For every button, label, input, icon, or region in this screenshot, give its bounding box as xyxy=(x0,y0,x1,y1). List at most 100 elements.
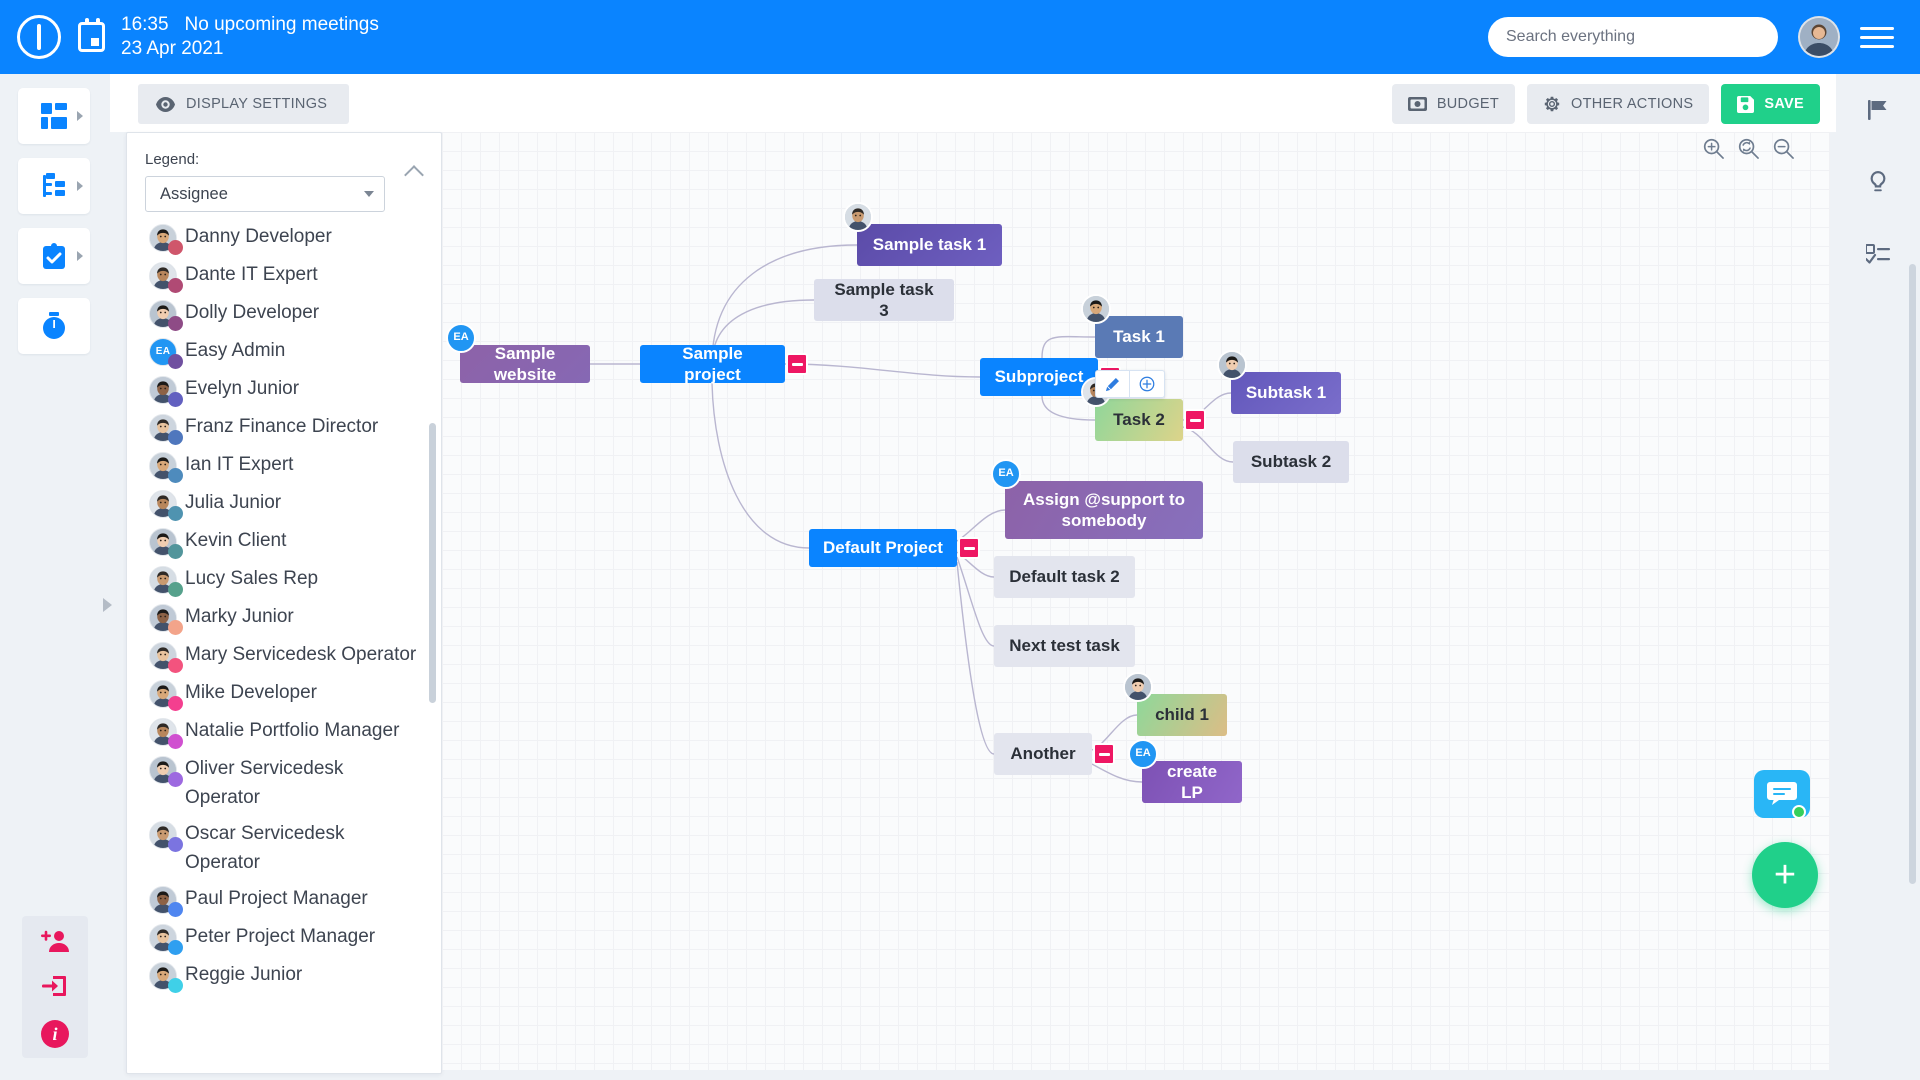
legend-item-label: Franz Finance Director xyxy=(185,416,379,437)
mindmap-node-sample-project[interactable]: Sample project xyxy=(640,344,808,384)
mindmap-node-sample-task-3[interactable]: Sample task 3 xyxy=(814,279,954,321)
node-label: child 1 xyxy=(1155,705,1209,725)
legend-item[interactable]: Lucy Sales Rep xyxy=(149,564,441,597)
pencil-icon xyxy=(1105,377,1119,391)
add-fab-button[interactable]: + xyxy=(1752,842,1818,908)
node-label: Sample task 1 xyxy=(872,235,987,255)
app-logo[interactable] xyxy=(0,15,78,59)
mindmap-node-another[interactable]: Another xyxy=(994,733,1115,775)
sidebar-item-timer[interactable] xyxy=(18,298,90,354)
legend-item[interactable]: Oscar Servicedesk Operator xyxy=(149,819,441,878)
search-input[interactable] xyxy=(1506,28,1760,46)
search-box[interactable] xyxy=(1488,17,1778,57)
legend-item[interactable]: Dante IT Expert xyxy=(149,260,441,293)
node-avatar-initials[interactable]: EA xyxy=(1128,739,1158,769)
node-avatar-initials[interactable]: EA xyxy=(991,459,1021,489)
mindmap-canvas[interactable]: Sample website EA Sample project Sample tas… xyxy=(442,132,1830,1070)
collapse-node-button[interactable] xyxy=(786,353,808,375)
add-node-button[interactable] xyxy=(1130,371,1164,397)
mindmap-node-create-lp[interactable]: create LP EA xyxy=(1128,739,1242,803)
timer-icon xyxy=(43,312,65,339)
save-button[interactable]: SAVE xyxy=(1721,84,1820,124)
add-fab-label: + xyxy=(1773,854,1797,896)
legend-item[interactable]: Oliver Servicedesk Operator xyxy=(149,754,441,813)
zoom-out-icon[interactable] xyxy=(1773,138,1794,159)
legend-item[interactable]: Mary Servicedesk Operator xyxy=(149,640,441,673)
avatar xyxy=(149,262,183,293)
login-icon[interactable] xyxy=(42,974,68,998)
mindmap-node-next-test-task[interactable]: Next test task xyxy=(994,625,1135,667)
mindmap-node-assign-support[interactable]: Assign @support to somebody EA xyxy=(991,459,1203,539)
display-settings-button[interactable]: DISPLAY SETTINGS xyxy=(138,84,350,124)
user-avatar[interactable] xyxy=(1798,16,1840,58)
mindmap-node-child-1[interactable]: child 1 xyxy=(1123,672,1227,736)
legend-item[interactable]: Reggie Junior xyxy=(149,960,441,993)
legend-select[interactable]: Assignee xyxy=(145,176,385,212)
right-sidebar-item-checklist[interactable] xyxy=(1836,218,1920,290)
node-avatar[interactable] xyxy=(1123,672,1153,702)
legend-scrollbar[interactable] xyxy=(429,423,436,703)
legend-color-dot xyxy=(168,430,183,445)
mindmap-node-default-project[interactable]: Default Project xyxy=(809,529,980,567)
sidebar-item-structure[interactable] xyxy=(18,158,90,214)
zoom-in-icon[interactable] xyxy=(1703,138,1724,159)
mindmap-node-task-1[interactable]: Task 1 xyxy=(1081,294,1183,358)
info-icon[interactable]: i xyxy=(41,1020,69,1048)
chat-bubble-icon xyxy=(1767,782,1797,805)
mindmap-node-default-task-2[interactable]: Default task 2 xyxy=(994,556,1135,598)
avatar xyxy=(149,820,183,852)
legend-item[interactable]: Danny Developer xyxy=(149,222,441,255)
other-actions-button[interactable]: OTHER ACTIONS xyxy=(1527,84,1710,124)
legend-list: Danny Developer Dante IT Expert Dolly Deve… xyxy=(127,216,441,1073)
left-sidebar: i xyxy=(0,74,110,1080)
collapse-node-button[interactable] xyxy=(1184,409,1206,431)
legend-item[interactable]: Natalie Portfolio Manager xyxy=(149,716,441,749)
mindmap-node-task-2[interactable]: Task 2 xyxy=(1081,377,1206,441)
node-avatar-initials[interactable]: EA xyxy=(446,323,476,353)
legend-item[interactable]: EA Easy Admin xyxy=(149,336,441,369)
avatar xyxy=(149,300,183,331)
node-avatar[interactable] xyxy=(843,202,873,232)
legend-color-dot xyxy=(168,354,183,369)
menu-button[interactable] xyxy=(1860,26,1894,48)
node-label: Subproject xyxy=(994,367,1084,387)
legend-color-dot xyxy=(168,836,183,852)
zoom-reset-icon[interactable] xyxy=(1738,138,1759,159)
legend-item[interactable]: Peter Project Manager xyxy=(149,922,441,955)
legend-item-label: Easy Admin xyxy=(185,340,286,361)
mindmap-node-subtask-1[interactable]: Subtask 1 xyxy=(1217,350,1341,414)
legend-item[interactable]: Mike Developer xyxy=(149,678,441,711)
node-avatar[interactable] xyxy=(1217,350,1247,380)
legend-item[interactable]: Evelyn Junior xyxy=(149,374,441,407)
legend-item[interactable]: Paul Project Manager xyxy=(149,884,441,917)
sidebar-item-tasks[interactable] xyxy=(18,228,90,284)
mindmap-node-sample-website[interactable]: Sample website EA xyxy=(446,323,590,384)
budget-label: BUDGET xyxy=(1436,96,1500,112)
legend-item[interactable]: Dolly Developer xyxy=(149,298,441,331)
secondary-toolbar: DISPLAY SETTINGS BUDGET OTHER ACTIONS SA… xyxy=(110,74,1920,132)
calendar-icon[interactable] xyxy=(78,18,105,52)
legend-item[interactable]: Ian IT Expert xyxy=(149,450,441,483)
display-settings-label: DISPLAY SETTINGS xyxy=(186,96,328,112)
right-sidebar-item-flag[interactable] xyxy=(1836,74,1920,146)
legend-collapse-button[interactable] xyxy=(405,161,425,181)
collapse-node-button[interactable] xyxy=(958,537,980,559)
add-user-icon[interactable] xyxy=(41,930,69,952)
sidebar-item-dashboard[interactable] xyxy=(18,88,90,144)
mindmap-node-sample-task-1[interactable]: Sample task 1 xyxy=(843,202,1002,266)
page-scrollbar[interactable] xyxy=(1909,264,1916,884)
sidebar-expand-button[interactable] xyxy=(96,594,118,616)
legend-item[interactable]: Julia Junior xyxy=(149,488,441,521)
budget-button[interactable]: BUDGET xyxy=(1391,84,1516,124)
legend-item[interactable]: Kevin Client xyxy=(149,526,441,559)
legend-header: Legend: Assignee xyxy=(127,133,441,216)
node-avatar[interactable] xyxy=(1081,294,1111,324)
mindmap-node-subtask-2[interactable]: Subtask 2 xyxy=(1233,441,1349,483)
collapse-node-button[interactable] xyxy=(1093,743,1115,765)
right-sidebar-item-ideas[interactable] xyxy=(1836,146,1920,218)
edit-node-button[interactable] xyxy=(1096,371,1130,397)
legend-item[interactable]: Franz Finance Director xyxy=(149,412,441,445)
legend-item[interactable]: Marky Junior xyxy=(149,602,441,635)
node-label: Task 1 xyxy=(1113,327,1165,347)
chat-button[interactable] xyxy=(1754,770,1810,819)
